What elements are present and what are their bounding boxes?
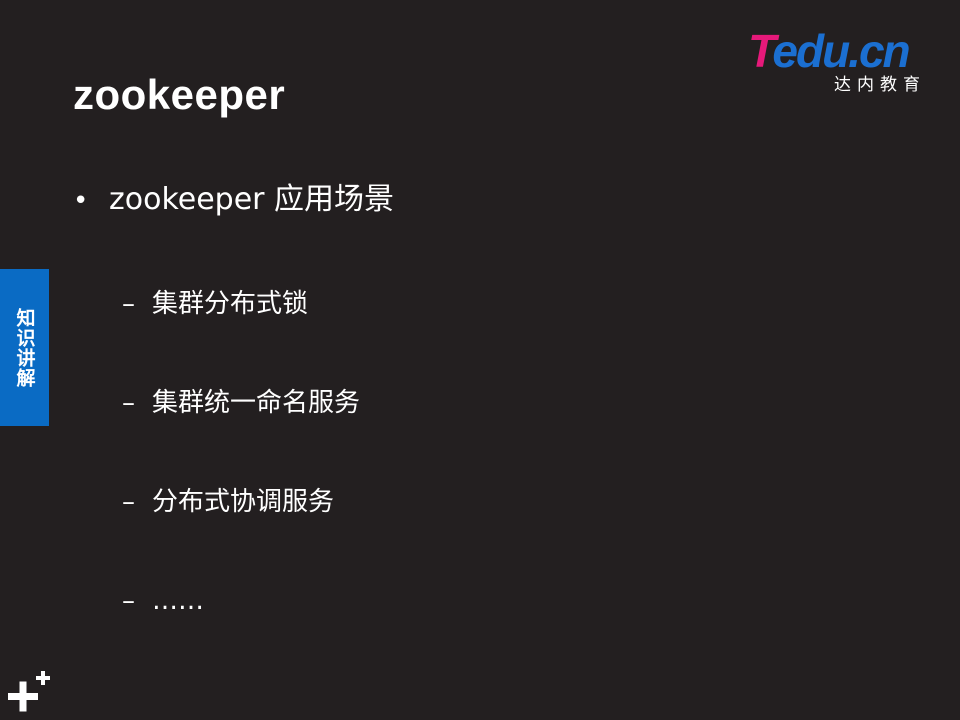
sub-item-text: 分布式协调服务 — [152, 487, 335, 517]
logo-subtitle: 达内教育 — [834, 75, 926, 95]
sub-item-2: – 集群统一命名服务 — [122, 383, 360, 423]
sub-item-text: 集群统一命名服务 — [152, 388, 361, 418]
logo-letter-t: T — [748, 25, 774, 77]
sub-item-marker: – — [122, 586, 135, 616]
sub-item-marker: – — [122, 289, 135, 319]
logo-wordmark: Tedu.cn — [748, 25, 911, 77]
tedu-logo: Tedu.cn 达内教育 — [748, 28, 928, 100]
bullet-item: • zookeeper 应用场景 — [73, 178, 394, 223]
bullet-marker: • — [73, 186, 89, 216]
sub-item-marker: – — [122, 388, 135, 418]
logo-wordmark-rest: edu.cn — [772, 25, 910, 77]
slide: zookeeper Tedu.cn 达内教育 知识讲解 • zookeeper 应… — [0, 0, 960, 720]
side-tab: 知识讲解 — [0, 269, 49, 426]
bullet-text: zookeeper 应用场景 — [109, 182, 395, 217]
sub-item-3: – 分布式协调服务 — [122, 482, 334, 522]
sub-item-4: –…… — [122, 581, 204, 621]
sub-item-marker: – — [122, 487, 135, 517]
plus-icon — [8, 671, 50, 712]
sub-item-text: …… — [152, 586, 204, 616]
side-tab-label: 知识讲解 — [13, 307, 36, 388]
sub-item-text: 集群分布式锁 — [152, 289, 309, 319]
sub-item-1: – 集群分布式锁 — [122, 284, 308, 324]
slide-title: zookeeper — [73, 71, 286, 118]
